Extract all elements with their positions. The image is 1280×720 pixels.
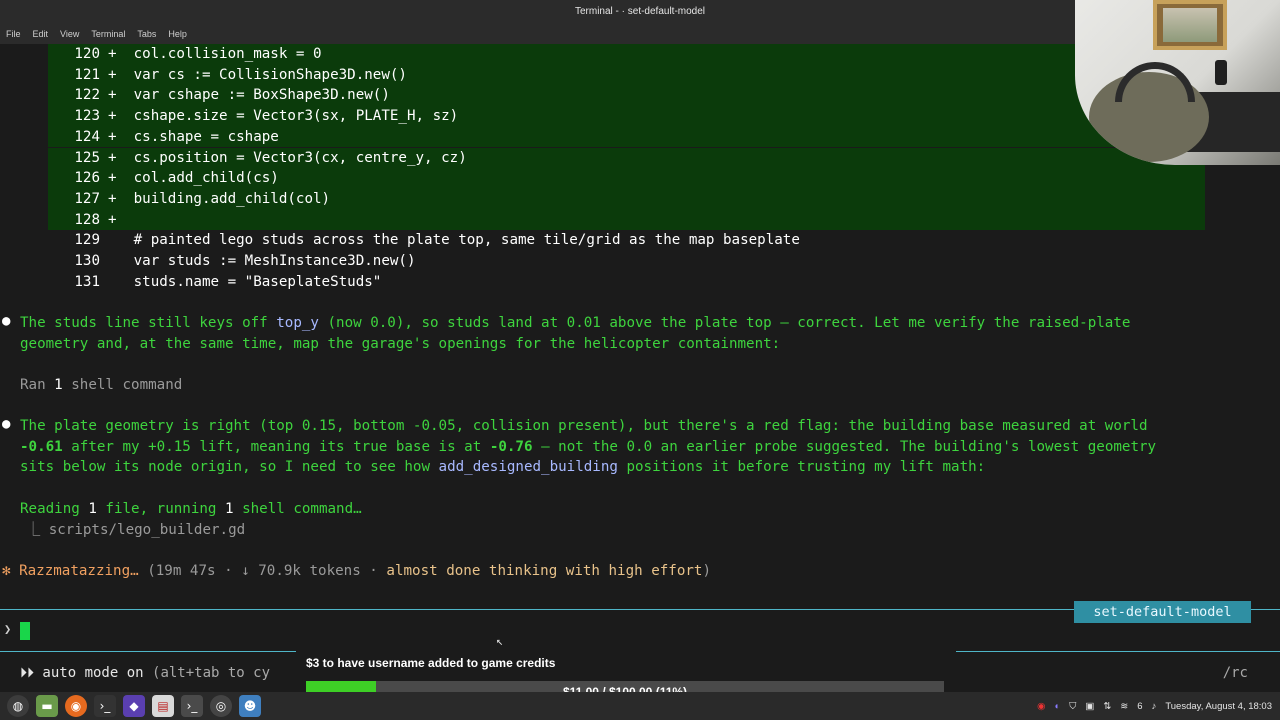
mouse-cursor-icon: ↖ [496,634,504,648]
record-icon[interactable]: ◉ [1037,701,1045,712]
diff-line: 122 + var cshape := BoxShape3D.new() [48,85,1205,107]
assistant-message-cont: -0.61 after my +0.15 lift, meaning its t… [20,438,1157,455]
clipboard-icon[interactable]: ▣ [1085,701,1094,712]
donation-title: $3 to have username added to game credit… [306,656,556,670]
webcam-overlay [1075,0,1280,165]
discord-icon[interactable]: ◐ [1054,701,1060,712]
diff-line: 126 + col.add_child(cs) [48,168,1205,189]
bullet-icon: ● [2,313,11,329]
wifi-icon[interactable]: ≋ [1120,701,1128,712]
diff-line: 128 + [48,209,1205,231]
tool-progress: Reading 1 file, running 1 shell command… [20,501,362,517]
input-cursor[interactable] [20,622,30,640]
menu-terminal[interactable]: Terminal [91,29,125,39]
terminal-icon[interactable]: ›_ [94,695,116,717]
volume-icon[interactable]: ♪ [1152,701,1157,712]
context-line: 131 studs.name = "BaseplateStuds" [74,273,382,290]
files-icon[interactable]: ▬ [36,695,58,717]
menu-file[interactable]: File [6,29,21,39]
firefox-icon[interactable]: ◉ [65,695,87,717]
diff-line: 120 + col.collision_mask = 0 [48,44,1205,65]
headset [1115,62,1195,102]
assistant-message: The plate geometry is right (top 0.15, b… [20,418,1148,434]
diff-line: 123 + cshape.size = Vector3(sx, PLATE_H, … [48,106,1205,127]
auto-mode-indicator: ⏵⏵ auto mode on (alt+tab to cy [20,665,271,681]
status-line: ✻ Razzmatazzing… (19m 47s · ↓ 70.9k toke… [2,563,711,579]
tool-summary: Ran 1 shell command [20,377,183,393]
godot-icon[interactable]: ☻ [239,695,261,717]
prompt-icon: ❯ [4,622,12,636]
menu-view[interactable]: View [60,29,79,39]
menu-help[interactable]: Help [168,29,187,39]
terminal-active-icon[interactable]: ›_ [181,695,203,717]
network-icon[interactable]: ⇅ [1103,701,1111,712]
editor-icon[interactable]: ▤ [152,695,174,717]
menu-edit[interactable]: Edit [33,29,49,39]
fast-forward-icon: ⏵⏵ [20,665,34,681]
diff-line: 127 + building.add_child(col) [48,188,1205,210]
spinner-icon: ✻ [2,563,11,579]
clock[interactable]: Tuesday, August 4, 18:03 [1165,701,1272,712]
diff-line: 121 + var cs := CollisionShape3D.new() [48,64,1205,86]
menu-icon[interactable]: ◍ [7,695,29,717]
model-badge: set-default-model [1074,601,1251,623]
lamp [1215,60,1227,85]
tool-file: ⎿ scripts/lego_builder.gd [26,521,246,538]
assistant-message: The studs line still keys off top_y (now… [20,315,1131,331]
assistant-message-cont: sits below its node origin, so I need to… [20,459,986,476]
system-tray: ◉ ◐ ⛉ ▣ ⇅ ≋ 6 ♪ Tuesday, August 4, 18:03 [1028,692,1280,720]
rc-label: /rc [1222,665,1248,681]
obsidian-icon[interactable]: ◆ [123,695,145,717]
menu-tabs[interactable]: Tabs [137,29,156,39]
bullet-icon: ● [2,416,11,432]
context-line: 130 var studs := MeshInstance3D.new() [74,253,416,269]
volume-level: 6 [1137,700,1143,712]
wall-painting [1153,0,1227,50]
terminal-output[interactable]: 120 + col.collision_mask = 0 121 + var cs … [0,44,1280,654]
diff-line: 125 + cs.position = Vector3(cx, centre_y,… [48,147,1205,169]
context-line: 129 # painted lego studs across the plat… [74,232,800,249]
shield-icon[interactable]: ⛉ [1069,701,1076,712]
taskbar: ◍ ▬ ◉ ›_ ◆ ▤ ›_ ◎ ☻ ◉ ◐ ⛉ ▣ ⇅ ≋ 6 ♪ Tues… [0,692,1280,720]
assistant-message-cont: geometry and, at the same time, map the … [20,335,781,352]
obs-icon[interactable]: ◎ [210,695,232,717]
diff-line: 124 + cs.shape = cshape [48,126,1205,148]
